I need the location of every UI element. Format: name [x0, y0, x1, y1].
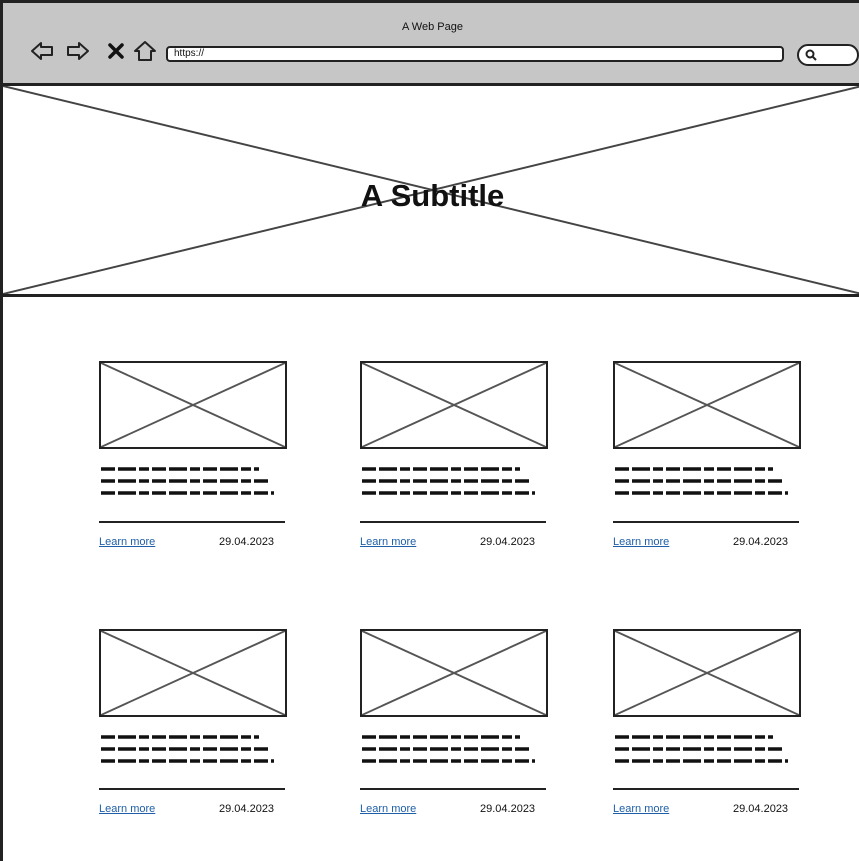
window-title: A Web Page — [402, 21, 463, 33]
learn-more-link[interactable]: Learn more — [99, 536, 155, 548]
card-image — [99, 629, 287, 717]
search-icon — [805, 49, 817, 61]
hero-title: A Subtitle — [360, 178, 505, 213]
home-icon[interactable] — [133, 40, 157, 62]
card-image — [360, 361, 548, 449]
image-placeholder-icon — [101, 631, 285, 715]
card-divider — [360, 521, 546, 523]
learn-more-link[interactable]: Learn more — [360, 803, 416, 815]
card-date: 29.04.2023 — [219, 536, 275, 548]
card-image — [613, 629, 801, 717]
card-date: 29.04.2023 — [480, 536, 536, 548]
search-button[interactable] — [797, 44, 859, 66]
card-date: 29.04.2023 — [733, 803, 789, 815]
close-icon[interactable] — [107, 40, 125, 62]
card-divider — [360, 788, 546, 790]
browser-toolbar: A Web Page https:// — [3, 3, 859, 86]
learn-more-link[interactable]: Learn more — [99, 803, 155, 815]
card-description — [99, 733, 287, 765]
learn-more-link[interactable]: Learn more — [360, 536, 416, 548]
card-image — [360, 629, 548, 717]
card-description — [360, 465, 548, 497]
image-placeholder-icon — [362, 363, 546, 447]
forward-arrow-icon[interactable] — [66, 40, 90, 62]
browser-window: A Web Page https:// A Subtitle Learn mor… — [0, 0, 859, 861]
card-image — [99, 361, 287, 449]
back-arrow-icon[interactable] — [30, 40, 54, 62]
card-description — [613, 465, 801, 497]
hero-banner: A Subtitle — [3, 86, 859, 297]
image-placeholder-icon — [615, 631, 799, 715]
card-description — [613, 733, 801, 765]
card-divider — [99, 521, 285, 523]
card-description — [360, 733, 548, 765]
address-bar[interactable]: https:// — [166, 46, 784, 62]
learn-more-link[interactable]: Learn more — [613, 803, 669, 815]
card-divider — [613, 521, 799, 523]
card-date: 29.04.2023 — [733, 536, 789, 548]
image-placeholder-icon — [101, 363, 285, 447]
card-divider — [99, 788, 285, 790]
card-date: 29.04.2023 — [480, 803, 536, 815]
card-image — [613, 361, 801, 449]
image-placeholder-icon — [615, 363, 799, 447]
card-date: 29.04.2023 — [219, 803, 275, 815]
image-placeholder-icon — [362, 631, 546, 715]
learn-more-link[interactable]: Learn more — [613, 536, 669, 548]
card-divider — [613, 788, 799, 790]
card-description — [99, 465, 287, 497]
